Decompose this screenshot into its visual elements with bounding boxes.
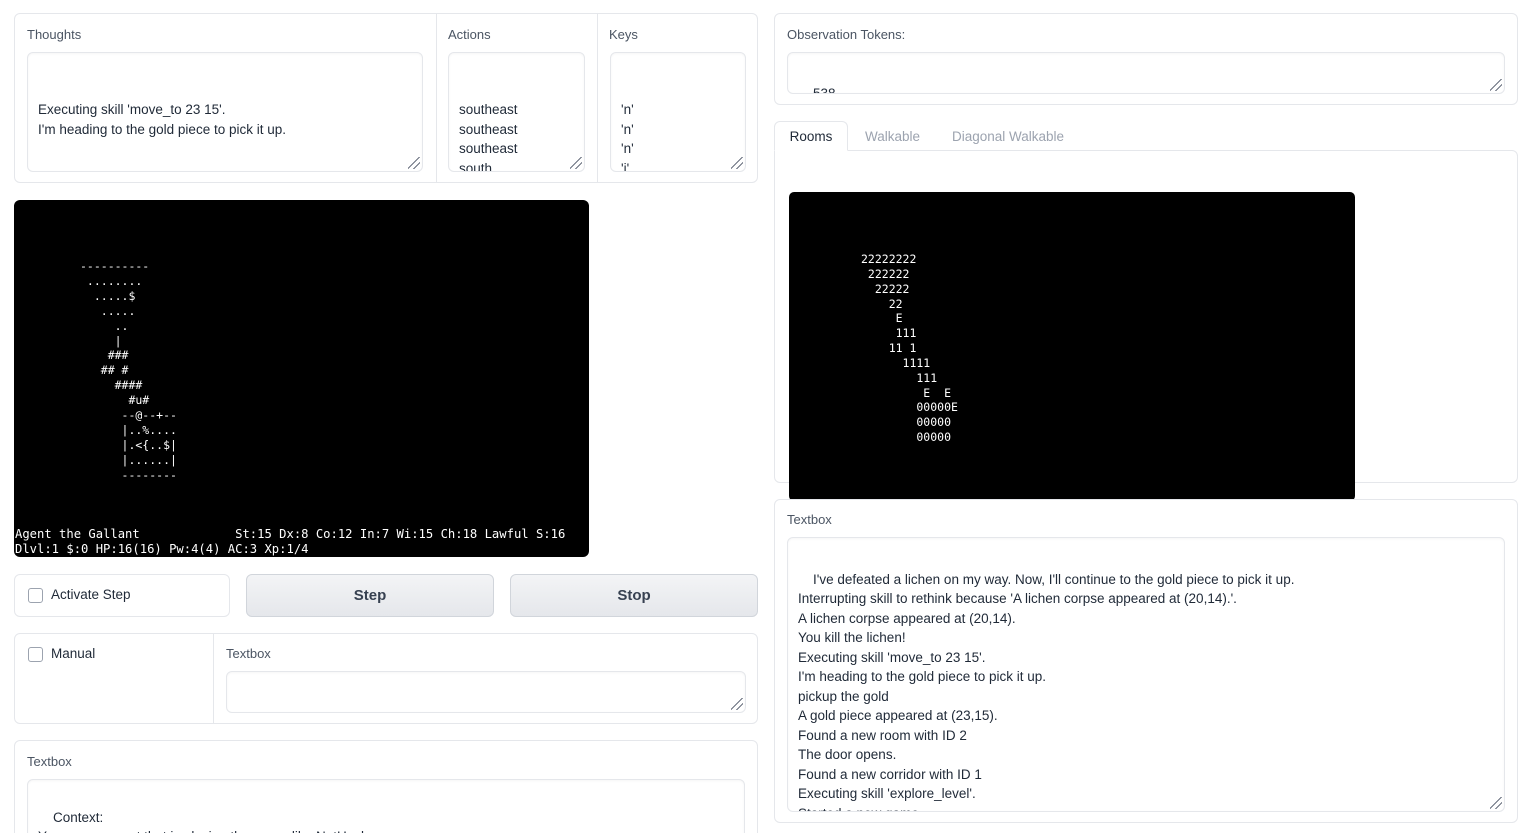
step-button[interactable]: Step <box>246 574 494 617</box>
actions-text: southeast southeast southeast south sout… <box>459 102 518 172</box>
observation-tokens-field[interactable]: 538 <box>787 52 1505 94</box>
thoughts-text: Executing skill 'move_to 23 15'. I'm hea… <box>38 102 286 137</box>
manual-textbox-column: Textbox <box>213 634 757 723</box>
context-text: Context: You are an agent that is playin… <box>38 809 371 833</box>
actions-textarea[interactable]: southeast southeast southeast south sout… <box>448 52 585 172</box>
manual-checkbox-column: Manual <box>15 634 213 723</box>
log-label: Textbox <box>787 512 832 527</box>
thoughts-column: Thoughts Executing skill 'move_to 23 15'… <box>15 14 436 182</box>
log-panel: Textbox I've defeated a lichen on my way… <box>774 499 1518 823</box>
tab-diagonal-walkable[interactable]: Diagonal Walkable <box>952 121 1064 151</box>
activate-step-checkbox[interactable] <box>28 588 43 603</box>
context-textarea[interactable]: Context: You are an agent that is playin… <box>27 779 745 833</box>
stop-button[interactable]: Stop <box>510 574 758 617</box>
log-text: I've defeated a lichen on my way. Now, I… <box>798 571 1295 812</box>
activate-step-label: Activate Step <box>51 587 131 602</box>
rooms-grid-text: 22222222 222222 22222 22 E 111 11 1 1111… <box>861 252 958 445</box>
rooms-grid: 22222222 222222 22222 22 E 111 11 1 1111… <box>789 192 1355 501</box>
tab-rooms[interactable]: Rooms <box>774 121 848 151</box>
activate-step-checkbox-row[interactable]: Activate Step <box>14 574 230 617</box>
status-lines: Agent the Gallant St:15 Dx:8 Co:12 In:7 … <box>15 527 565 556</box>
tab-walkable[interactable]: Walkable <box>865 121 920 151</box>
thoughts-textarea[interactable]: Executing skill 'move_to 23 15'. I'm hea… <box>27 52 423 172</box>
actions-column: Actions southeast southeast southeast so… <box>436 14 597 182</box>
manual-label: Manual <box>51 646 96 661</box>
manual-checkbox[interactable] <box>28 647 43 662</box>
nethack-terminal: ---------- ........ .....$ ..... .. | ##… <box>14 200 589 557</box>
keys-label: Keys <box>609 27 638 42</box>
tab-content: 22222222 222222 22222 22 E 111 11 1 1111… <box>774 150 1518 501</box>
resize-handle-icon[interactable] <box>731 698 743 710</box>
resize-handle-icon[interactable] <box>731 157 743 169</box>
keys-textarea[interactable]: 'n' 'n' 'n' 'j' 'n' <box>610 52 746 172</box>
status-line-1: Agent the Gallant St:15 Dx:8 Co:12 In:7 … <box>15 527 566 541</box>
manual-panel: Manual Textbox <box>14 633 758 724</box>
resize-handle-icon[interactable] <box>1490 79 1502 91</box>
resize-handle-icon[interactable] <box>570 157 582 169</box>
manual-textbox-input[interactable] <box>226 671 746 713</box>
observation-tokens-value: 538 <box>813 85 836 94</box>
resize-handle-icon[interactable] <box>1490 797 1502 809</box>
manual-textbox-label: Textbox <box>226 646 271 661</box>
resize-handle-icon[interactable] <box>408 157 420 169</box>
log-textarea[interactable]: I've defeated a lichen on my way. Now, I… <box>787 537 1505 812</box>
context-label: Textbox <box>27 754 72 769</box>
thoughts-label: Thoughts <box>27 27 82 42</box>
actions-label: Actions <box>448 27 491 42</box>
context-panel: Textbox Context: You are an agent that i… <box>14 740 758 833</box>
status-line-2: Dlvl:1 $:0 HP:16(16) Pw:4(4) AC:3 Xp:1/4 <box>15 541 309 556</box>
observation-tokens-label: Observation Tokens: <box>787 27 906 42</box>
keys-column: Keys 'n' 'n' 'n' 'j' 'n' <box>597 14 757 182</box>
observation-tokens-panel: Observation Tokens: 538 <box>774 13 1518 105</box>
map-tabs-panel: 22222222 222222 22222 22 E 111 11 1 1111… <box>774 121 1518 501</box>
thoughts-actions-keys-panel: Thoughts Executing skill 'move_to 23 15'… <box>14 13 758 183</box>
keys-text: 'n' 'n' 'n' 'j' 'n' <box>621 102 634 172</box>
dungeon-map: ---------- ........ .....$ ..... .. | ##… <box>80 259 177 482</box>
